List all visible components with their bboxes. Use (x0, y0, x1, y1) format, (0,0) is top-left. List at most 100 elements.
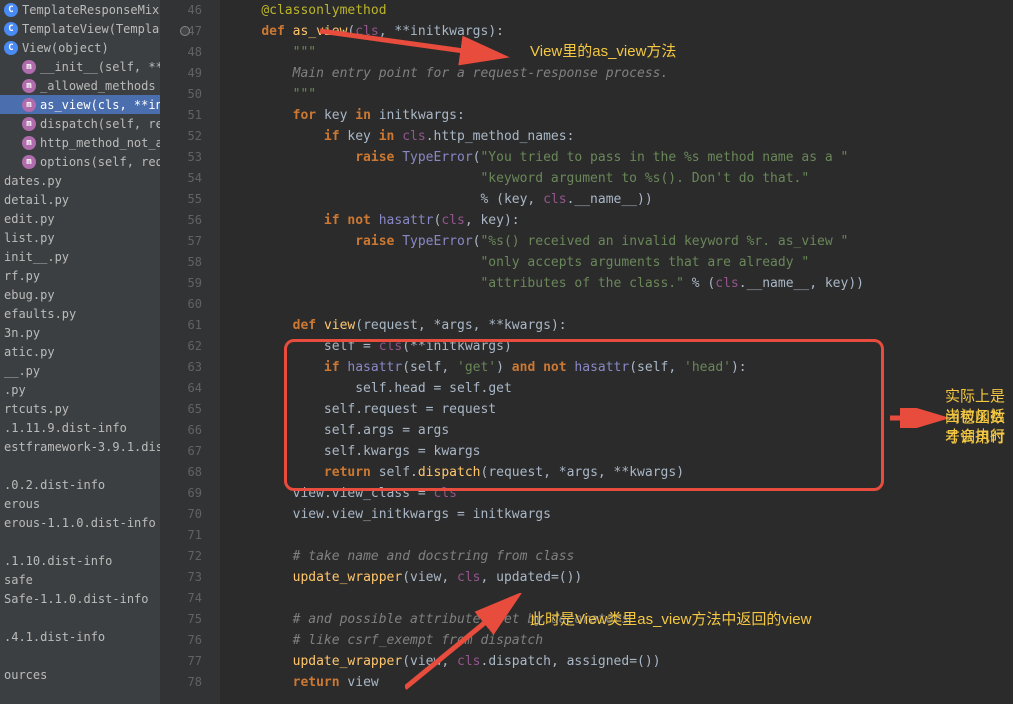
line-number[interactable]: 58 (160, 252, 202, 273)
line-number[interactable]: 48 (160, 42, 202, 63)
file-item[interactable]: edit.py (0, 209, 160, 228)
file-item[interactable] (0, 608, 160, 627)
file-item[interactable]: rtcuts.py (0, 399, 160, 418)
file-item[interactable]: efaults.py (0, 304, 160, 323)
file-item[interactable]: .1.10.dist-info (0, 551, 160, 570)
code-line[interactable]: self.kwargs = kwargs (230, 441, 1013, 462)
file-item[interactable]: erous (0, 494, 160, 513)
code-line[interactable]: if key in cls.http_method_names: (230, 126, 1013, 147)
file-item[interactable]: init__.py (0, 247, 160, 266)
line-number[interactable]: 63 (160, 357, 202, 378)
code-line[interactable]: for key in initkwargs: (230, 105, 1013, 126)
code-line[interactable]: % (key, cls.__name__)) (230, 189, 1013, 210)
file-item[interactable]: atic.py (0, 342, 160, 361)
file-item[interactable] (0, 456, 160, 475)
line-number[interactable]: 72 (160, 546, 202, 567)
code-line[interactable]: # like csrf_exempt from dispatch (230, 630, 1013, 651)
file-item[interactable]: erous-1.1.0.dist-info (0, 513, 160, 532)
line-number[interactable]: 54 (160, 168, 202, 189)
code-line[interactable]: return self.dispatch(request, *args, **k… (230, 462, 1013, 483)
line-number[interactable]: 73 (160, 567, 202, 588)
code-line[interactable] (230, 294, 1013, 315)
code-line[interactable]: @classonlymethod (230, 0, 1013, 21)
line-number[interactable]: 64 (160, 378, 202, 399)
code-line[interactable] (230, 525, 1013, 546)
file-item[interactable]: rf.py (0, 266, 160, 285)
code-line[interactable]: "keyword argument to %s(). Don't do that… (230, 168, 1013, 189)
line-number[interactable]: 57 (160, 231, 202, 252)
code-line[interactable]: self.request = request (230, 399, 1013, 420)
code-line[interactable]: """ (230, 84, 1013, 105)
file-item[interactable]: list.py (0, 228, 160, 247)
method-item[interactable]: mas_view(cls, **initk (0, 95, 160, 114)
file-item[interactable]: 3n.py (0, 323, 160, 342)
line-number[interactable]: 71 (160, 525, 202, 546)
code-line[interactable]: return view (230, 672, 1013, 693)
file-item[interactable] (0, 532, 160, 551)
class-item[interactable]: CTemplateView(Templa (0, 19, 160, 38)
code-line[interactable]: if not hasattr(cls, key): (230, 210, 1013, 231)
line-number[interactable]: 67 (160, 441, 202, 462)
code-line[interactable]: "attributes of the class." % (cls.__name… (230, 273, 1013, 294)
line-number[interactable]: 78 (160, 672, 202, 693)
code-line[interactable]: """ (230, 42, 1013, 63)
file-item[interactable]: safe (0, 570, 160, 589)
line-number[interactable]: 55 (160, 189, 202, 210)
method-item[interactable]: m__init__(self, **kwa (0, 57, 160, 76)
line-number[interactable]: 74 (160, 588, 202, 609)
code-line[interactable]: def view(request, *args, **kwargs): (230, 315, 1013, 336)
line-number[interactable]: 69 (160, 483, 202, 504)
line-number[interactable]: 62 (160, 336, 202, 357)
line-number[interactable]: 47 (160, 21, 202, 42)
code-line[interactable]: view.view_class = cls (230, 483, 1013, 504)
code-line[interactable]: def as_view(cls, **initkwargs): (230, 21, 1013, 42)
structure-sidebar[interactable]: CTemplateResponseMixCTemplateView(Templa… (0, 0, 160, 704)
class-item[interactable]: CTemplateResponseMix (0, 0, 160, 19)
code-line[interactable]: self.head = self.get (230, 378, 1013, 399)
code-line[interactable]: Main entry point for a request-response … (230, 63, 1013, 84)
code-line[interactable]: if hasattr(self, 'get') and not hasattr(… (230, 357, 1013, 378)
file-item[interactable] (0, 646, 160, 665)
code-line[interactable]: view.view_initkwargs = initkwargs (230, 504, 1013, 525)
line-number[interactable]: 76 (160, 630, 202, 651)
line-number[interactable]: 61 (160, 315, 202, 336)
code-line[interactable]: self.args = args (230, 420, 1013, 441)
line-number[interactable]: 68 (160, 462, 202, 483)
line-number[interactable]: 77 (160, 651, 202, 672)
line-number[interactable]: 60 (160, 294, 202, 315)
file-item[interactable]: .py (0, 380, 160, 399)
line-number[interactable]: 66 (160, 420, 202, 441)
method-item[interactable]: moptions(self, reque (0, 152, 160, 171)
line-number[interactable]: 49 (160, 63, 202, 84)
code-line[interactable]: # take name and docstring from class (230, 546, 1013, 567)
line-number[interactable]: 53 (160, 147, 202, 168)
method-item[interactable]: mhttp_method_not_a (0, 133, 160, 152)
line-number[interactable]: 59 (160, 273, 202, 294)
file-item[interactable]: estframework-3.9.1.dist-i (0, 437, 160, 456)
line-number[interactable]: 46 (160, 0, 202, 21)
code-line[interactable]: raise TypeError("You tried to pass in th… (230, 147, 1013, 168)
code-line[interactable]: update_wrapper(view, cls.dispatch, assig… (230, 651, 1013, 672)
file-item[interactable]: ources (0, 665, 160, 684)
file-item[interactable]: Safe-1.1.0.dist-info (0, 589, 160, 608)
code-area[interactable]: View里的as_view方法 实际上是闭包函数 当被加括号调用时 才会执行 此… (220, 0, 1013, 704)
code-line[interactable]: # and possible attributes set by decorat… (230, 609, 1013, 630)
line-number[interactable]: 51 (160, 105, 202, 126)
file-item[interactable]: .0.2.dist-info (0, 475, 160, 494)
line-number[interactable]: 75 (160, 609, 202, 630)
file-item[interactable]: ebug.py (0, 285, 160, 304)
method-item[interactable]: mdispatch(self, requ (0, 114, 160, 133)
line-number[interactable]: 70 (160, 504, 202, 525)
line-number[interactable]: 52 (160, 126, 202, 147)
line-number[interactable]: 50 (160, 84, 202, 105)
code-line[interactable]: "only accepts arguments that are already… (230, 252, 1013, 273)
code-line[interactable]: update_wrapper(view, cls, updated=()) (230, 567, 1013, 588)
file-item[interactable]: .4.1.dist-info (0, 627, 160, 646)
line-number[interactable]: 65 (160, 399, 202, 420)
code-editor[interactable]: 4647484950515253545556575859606162636465… (160, 0, 1013, 704)
code-line[interactable]: self = cls(**initkwargs) (230, 336, 1013, 357)
file-item[interactable]: dates.py (0, 171, 160, 190)
method-item[interactable]: m_allowed_methods (0, 76, 160, 95)
file-item[interactable]: .1.11.9.dist-info (0, 418, 160, 437)
code-line[interactable] (230, 588, 1013, 609)
